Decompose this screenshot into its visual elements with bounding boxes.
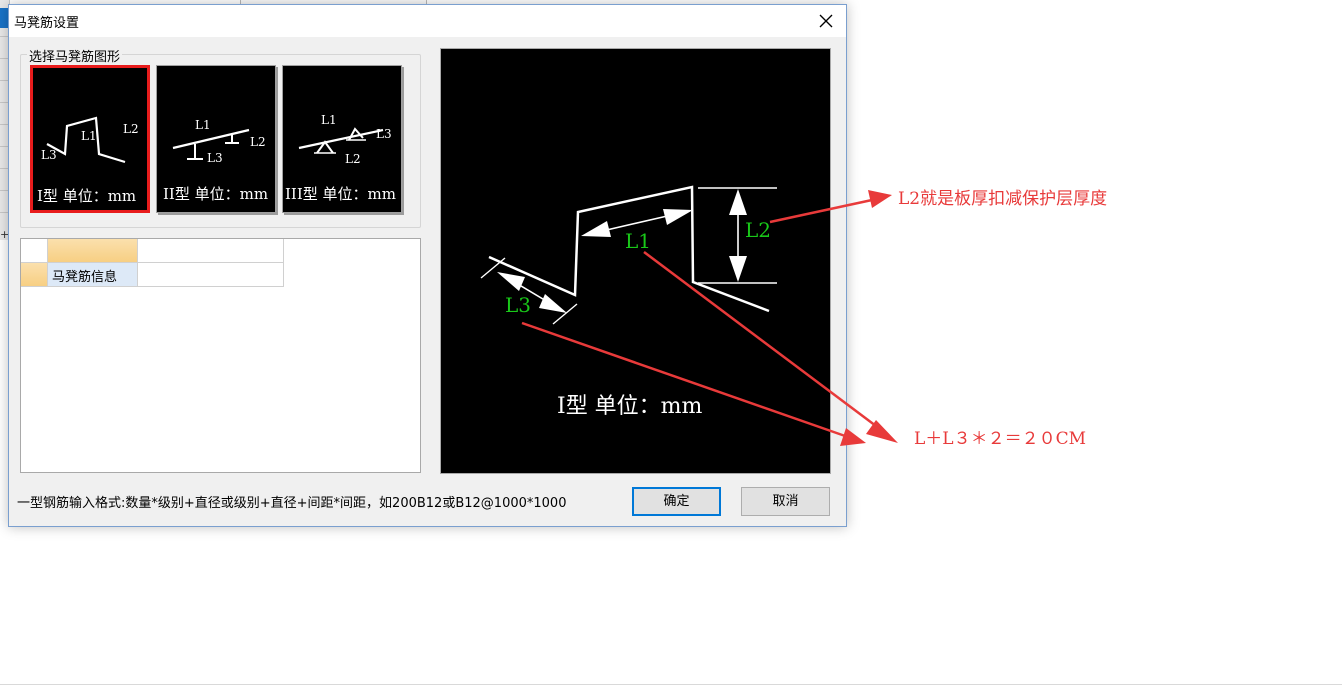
ok-button[interactable]: 确定	[632, 487, 721, 516]
shape-selection-label: 选择马凳筋图形	[27, 46, 123, 65]
shape-type-1-caption: I型 单位：mm	[37, 187, 137, 205]
grid-corner-cell	[21, 239, 48, 263]
preview-label-l1: L1	[625, 229, 651, 253]
grid-row-label-cell[interactable]: 马凳筋信息	[48, 263, 138, 287]
shape1-label-l3: L3	[41, 148, 57, 162]
stool-rebar-settings-dialog: 马凳筋设置 选择马凳筋图形 L1 L2 L3 I型 单位：mm L1 L2 L3…	[8, 4, 847, 527]
annotation-l2-note: L2就是板厚扣减保护层厚度	[898, 189, 1108, 209]
shape1-label-l2: L2	[123, 122, 139, 136]
preview-label-l2: L2	[745, 218, 771, 242]
shape2-label-l3: L3	[207, 151, 223, 165]
shape-preview-diagram: L1 L2 L3 I型 单位：mm	[480, 185, 777, 419]
shape-type-2-caption: II型 单位：mm	[163, 185, 269, 203]
preview-caption: I型 单位：mm	[557, 394, 703, 419]
shape3-label-l1: L1	[321, 113, 337, 127]
grid-row-header[interactable]	[21, 263, 48, 287]
cancel-button[interactable]: 取消	[741, 487, 830, 516]
grid-column-header-name	[48, 239, 138, 263]
input-format-hint: 一型钢筋输入格式:数量*级别+直径或级别+直径+间距*间距，如200B12或B1…	[17, 496, 567, 511]
shape-preview-panel: L1 L2 L3 I型 单位：mm	[440, 48, 831, 474]
shape-type-3-option[interactable]: L1 L3 L2 III型 单位：mm	[282, 65, 402, 213]
shape3-label-l2: L2	[345, 152, 361, 166]
grid-column-header-value	[138, 239, 284, 263]
shape-type-2-option[interactable]: L1 L2 L3 II型 单位：mm	[156, 65, 276, 213]
shape1-label-l1: L1	[81, 129, 97, 143]
dialog-title: 马凳筋设置	[14, 16, 80, 31]
stool-rebar-info-grid: 马凳筋信息	[20, 238, 421, 473]
grid-row-label: 马凳筋信息	[52, 270, 118, 285]
preview-label-l3: L3	[505, 293, 531, 317]
annotation-length-formula: L＋L３＊２＝２０CM	[914, 429, 1086, 449]
grid-row-value-cell[interactable]	[138, 263, 284, 287]
shape-type-3-caption: III型 单位：mm	[285, 185, 396, 203]
background-bottom-divider	[0, 684, 1342, 685]
shape2-label-l1: L1	[195, 118, 211, 132]
shape3-label-l3: L3	[376, 127, 392, 141]
dialog-titlebar: 马凳筋设置	[9, 5, 846, 37]
close-icon[interactable]	[816, 11, 836, 31]
shape2-label-l2: L2	[250, 135, 266, 149]
shape-type-1-option[interactable]: L1 L2 L3 I型 单位：mm	[30, 65, 150, 213]
